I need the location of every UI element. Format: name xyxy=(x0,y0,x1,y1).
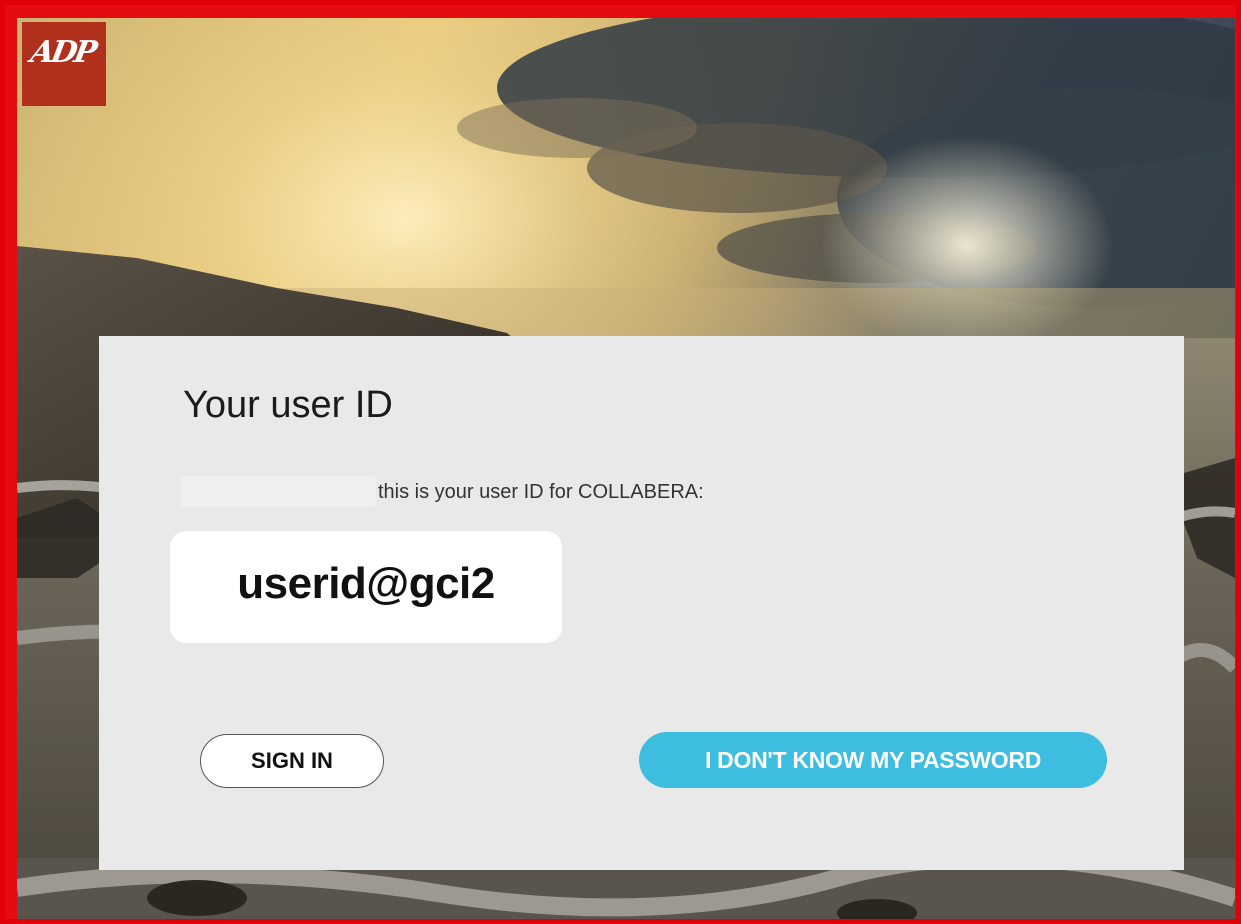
user-id-info-text: this is your user ID for COLLABERA: xyxy=(378,481,704,503)
page-title: Your user ID xyxy=(183,384,393,426)
adp-logo-text: ADP xyxy=(27,34,97,70)
highlight-frame: ADP Your user ID this is your user ID fo… xyxy=(0,0,1241,924)
adp-logo: ADP xyxy=(22,22,106,106)
user-id-value: userid@gci2 xyxy=(237,559,495,608)
sign-in-button[interactable]: SIGN IN xyxy=(200,734,384,788)
user-id-card: Your user ID this is your user ID for CO… xyxy=(99,336,1184,870)
redacted-name xyxy=(181,476,376,507)
forgot-password-button[interactable]: I DON'T KNOW MY PASSWORD xyxy=(639,732,1107,788)
user-id-display: userid@gci2 xyxy=(170,531,562,643)
